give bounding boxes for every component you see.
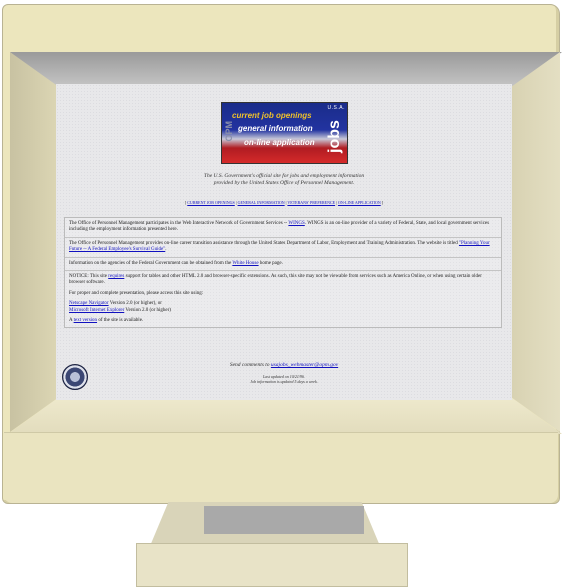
notice-text-after: support for tables and other HTML 2.0 an… [69, 274, 482, 286]
banner-usa-text: U.S.A. [327, 105, 345, 111]
nav-current-job-openings[interactable]: CURRENT JOB OPENINGS [187, 200, 235, 205]
monitor-stand-shadow [204, 506, 364, 534]
webmaster-email-link[interactable]: usajobs_webmaster@opm.gov [271, 362, 338, 368]
screen-recess-top [10, 52, 562, 86]
content-table: The Office of Personnel Management parti… [64, 217, 502, 329]
nav-online-application[interactable]: ON-LINE APPLICATION [338, 200, 381, 205]
internet-explorer-link[interactable]: Microsoft Internet Explorer [69, 308, 124, 313]
text-version-link[interactable]: text version [74, 318, 97, 323]
content-row-career-transition: The Office of Personnel Management provi… [65, 238, 501, 258]
nav-veterans-preference[interactable]: VETERANS' PREFERENCE [287, 200, 335, 205]
monitor-chin [4, 432, 558, 503]
banner-online-application: on-line application [244, 138, 315, 147]
white-house-link[interactable]: White House [232, 261, 258, 266]
ie-version-text: Version 2.0 (or higher) [124, 307, 171, 313]
tagline-line-2: provided by the United States Office of … [213, 180, 355, 186]
banner-opm-text: OPM [224, 121, 234, 142]
agencies-text-after: home page. [258, 260, 283, 266]
browser-list: Netscape Navigator Version 2.0 (or highe… [69, 301, 497, 314]
banner-general-information: general information [238, 124, 313, 133]
wings-text: The Office of Personnel Management parti… [69, 221, 289, 226]
netscape-navigator-link[interactable]: Netscape Navigator [69, 301, 109, 306]
page-footer: Send comments to usajobs_webmaster@opm.g… [56, 362, 512, 384]
nav-general-information[interactable]: GENERAL INFORMATION [238, 200, 285, 205]
requires-link[interactable]: requires [108, 274, 124, 279]
notice-text: NOTICE: This site [69, 274, 109, 280]
career-text: The Office of Personnel Management provi… [69, 240, 459, 246]
job-info-update-text: Job information is updated 5 days a week… [250, 379, 318, 384]
banner-current-job-openings: current job openings [232, 111, 312, 120]
site-tagline: The U.S. Government's official site for … [56, 173, 512, 187]
browser-screen: OPM current job openings general informa… [56, 84, 512, 400]
proper-presentation-text: For proper and complete presentation, pl… [69, 290, 204, 296]
usajobs-banner[interactable]: OPM current job openings general informa… [221, 102, 348, 164]
send-comments: Send comments to usajobs_webmaster@opm.g… [56, 362, 512, 368]
update-info: Last updated on 10/21/96. Job informatio… [56, 374, 512, 384]
wings-link[interactable]: WINGS [288, 221, 304, 226]
content-row-wings: The Office of Personnel Management parti… [65, 218, 501, 238]
screen-recess-bottom [8, 398, 562, 434]
monitor-stand-base [136, 543, 408, 587]
text-version-suffix: of the site is available. [97, 318, 144, 324]
career-text-after: . [165, 247, 167, 253]
send-comments-text: Send comments to [229, 362, 271, 368]
netscape-version-text: Version 2.0 (or higher), or [108, 301, 162, 307]
text-version-paragraph: A text version of the site is available. [69, 318, 497, 324]
content-row-notice: NOTICE: This site requires support for t… [65, 271, 501, 327]
notice-paragraph: NOTICE: This site requires support for t… [69, 274, 497, 287]
agencies-text: Information on the agencies of the Feder… [69, 260, 233, 266]
screen-recess-left [10, 52, 58, 432]
screen-recess-right [512, 52, 560, 432]
content-row-agencies: Information on the agencies of the Feder… [65, 258, 501, 272]
banner-jobs-text: jobs [326, 120, 343, 154]
tagline-line-1: The U.S. Government's official site for … [203, 173, 365, 179]
nav-links: [ CURRENT JOB OPENINGS | GENERAL INFORMA… [184, 200, 384, 205]
